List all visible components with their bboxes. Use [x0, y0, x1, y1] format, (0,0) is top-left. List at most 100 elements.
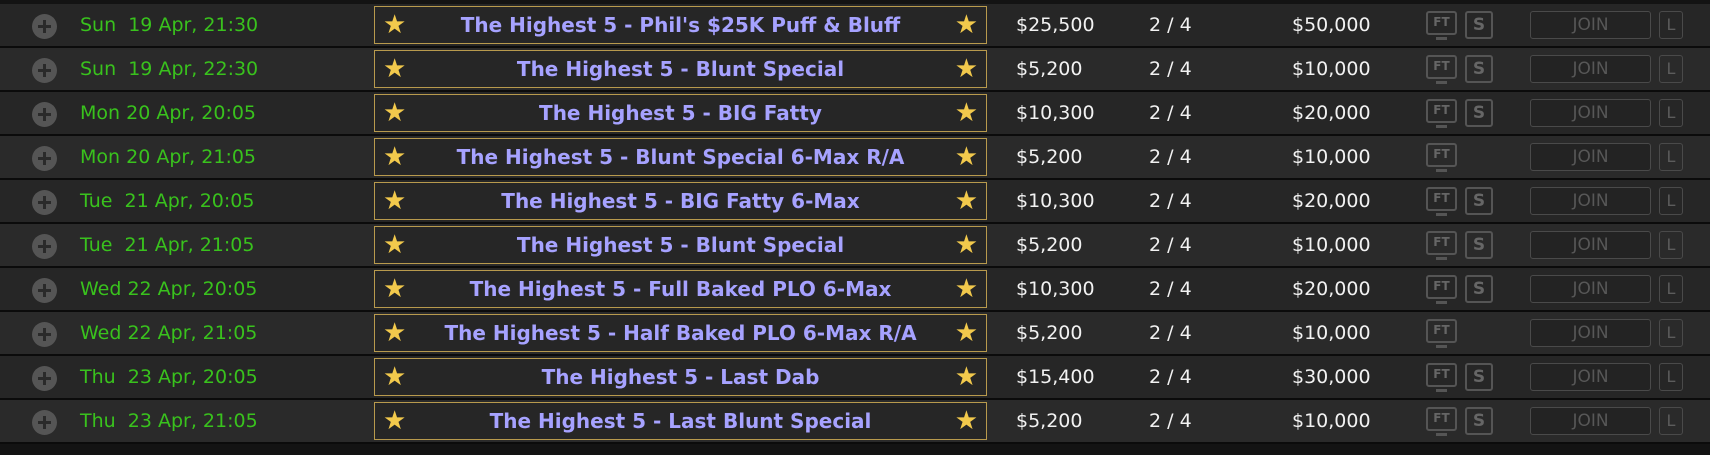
tournament-row[interactable]: Sun 19 Apr, 21:30 ★ The Highest 5 - Phil's…	[0, 4, 1710, 48]
tournament-name[interactable]: The Highest 5 - BIG Fatty	[415, 95, 946, 131]
guarantee: $10,000	[1292, 234, 1371, 256]
plus-circle-icon[interactable]	[32, 322, 57, 347]
l-badge-icon[interactable]: L	[1659, 187, 1683, 215]
tournament-name[interactable]: The Highest 5 - Blunt Special	[415, 227, 946, 263]
tournament-name-cell[interactable]: ★ The Highest 5 - Blunt Special ★	[374, 50, 987, 88]
l-badge-icon[interactable]: L	[1659, 231, 1683, 259]
plus-circle-icon[interactable]	[32, 190, 57, 215]
tournament-row[interactable]: Wed 22 Apr, 20:05 ★ The Highest 5 - Full B…	[0, 268, 1710, 312]
plus-circle-icon[interactable]	[32, 102, 57, 127]
players-count: 2 / 4	[1149, 102, 1192, 124]
s-badge-icon: S	[1465, 99, 1493, 127]
l-badge-icon[interactable]: L	[1659, 11, 1683, 39]
start-date: Tue 21 Apr, 21:05	[80, 234, 255, 256]
l-badge-icon[interactable]: L	[1659, 407, 1683, 435]
star-icon[interactable]: ★	[383, 318, 406, 348]
ft-monitor-icon: FT	[1426, 99, 1457, 128]
plus-circle-icon[interactable]	[32, 14, 57, 39]
star-icon[interactable]: ★	[955, 318, 978, 348]
star-icon[interactable]: ★	[383, 230, 406, 260]
l-badge-icon[interactable]: L	[1659, 275, 1683, 303]
tournament-name[interactable]: The Highest 5 - Phil's $25K Puff & Bluff	[415, 7, 946, 43]
tournament-name[interactable]: The Highest 5 - BIG Fatty 6-Max	[415, 183, 946, 219]
start-date: Mon 20 Apr, 21:05	[80, 146, 257, 168]
star-icon[interactable]: ★	[955, 406, 978, 436]
join-button[interactable]: JOIN	[1530, 187, 1651, 215]
plus-circle-icon[interactable]	[32, 234, 57, 259]
l-badge-icon[interactable]: L	[1659, 55, 1683, 83]
tournament-row[interactable]: Thu 23 Apr, 21:05 ★ The Highest 5 - Last B…	[0, 400, 1710, 444]
plus-circle-icon[interactable]	[32, 146, 57, 171]
tournament-row[interactable]: Mon 20 Apr, 21:05 ★ The Highest 5 - Blunt …	[0, 136, 1710, 180]
star-icon[interactable]: ★	[955, 186, 978, 216]
join-button[interactable]: JOIN	[1530, 143, 1651, 171]
plus-circle-icon[interactable]	[32, 366, 57, 391]
tournament-row[interactable]: Mon 20 Apr, 20:05 ★ The Highest 5 - BIG Fa…	[0, 92, 1710, 136]
tournament-row[interactable]: Tue 21 Apr, 21:05 ★ The Highest 5 - Blunt …	[0, 224, 1710, 268]
players-count: 2 / 4	[1149, 146, 1192, 168]
star-icon[interactable]: ★	[955, 54, 978, 84]
join-button[interactable]: JOIN	[1530, 55, 1651, 83]
players-count: 2 / 4	[1149, 190, 1192, 212]
star-icon[interactable]: ★	[955, 362, 978, 392]
tournament-name[interactable]: The Highest 5 - Blunt Special 6-Max R/A	[415, 139, 946, 175]
guarantee: $20,000	[1292, 190, 1371, 212]
star-icon[interactable]: ★	[955, 142, 978, 172]
tournament-name-cell[interactable]: ★ The Highest 5 - BIG Fatty ★	[374, 94, 987, 132]
plus-circle-icon[interactable]	[32, 58, 57, 83]
guarantee: $30,000	[1292, 366, 1371, 388]
star-icon[interactable]: ★	[383, 54, 406, 84]
join-button[interactable]: JOIN	[1530, 99, 1651, 127]
star-icon[interactable]: ★	[383, 98, 406, 128]
tournament-name-cell[interactable]: ★ The Highest 5 - Last Dab ★	[374, 358, 987, 396]
tournament-name[interactable]: The Highest 5 - Half Baked PLO 6-Max R/A	[415, 315, 946, 351]
star-icon[interactable]: ★	[955, 274, 978, 304]
star-icon[interactable]: ★	[383, 10, 406, 40]
start-date: Sun 19 Apr, 22:30	[80, 58, 259, 80]
tournament-name-cell[interactable]: ★ The Highest 5 - Last Blunt Special ★	[374, 402, 987, 440]
join-button[interactable]: JOIN	[1530, 319, 1651, 347]
tournament-row[interactable]: Wed 22 Apr, 21:05 ★ The Highest 5 - Half B…	[0, 312, 1710, 356]
tournament-row[interactable]: Tue 21 Apr, 20:05 ★ The Highest 5 - BIG Fa…	[0, 180, 1710, 224]
tournament-name-cell[interactable]: ★ The Highest 5 - Blunt Special ★	[374, 226, 987, 264]
plus-circle-icon[interactable]	[32, 278, 57, 303]
s-badge-icon: S	[1465, 363, 1493, 391]
star-icon[interactable]: ★	[383, 142, 406, 172]
tournament-name-cell[interactable]: ★ The Highest 5 - Half Baked PLO 6-Max R/…	[374, 314, 987, 352]
join-button[interactable]: JOIN	[1530, 275, 1651, 303]
tournament-name[interactable]: The Highest 5 - Last Dab	[415, 359, 946, 395]
tournament-row[interactable]: Sun 19 Apr, 22:30 ★ The Highest 5 - Blunt …	[0, 48, 1710, 92]
join-button[interactable]: JOIN	[1530, 11, 1651, 39]
star-icon[interactable]: ★	[955, 230, 978, 260]
star-icon[interactable]: ★	[383, 406, 406, 436]
guarantee: $20,000	[1292, 278, 1371, 300]
tournament-name[interactable]: The Highest 5 - Full Baked PLO 6-Max	[415, 271, 946, 307]
l-badge-icon[interactable]: L	[1659, 143, 1683, 171]
guarantee: $10,000	[1292, 410, 1371, 432]
join-button[interactable]: JOIN	[1530, 231, 1651, 259]
star-icon[interactable]: ★	[383, 362, 406, 392]
plus-circle-icon[interactable]	[32, 410, 57, 435]
join-button[interactable]: JOIN	[1530, 407, 1651, 435]
tournament-name-cell[interactable]: ★ The Highest 5 - BIG Fatty 6-Max ★	[374, 182, 987, 220]
l-badge-icon[interactable]: L	[1659, 99, 1683, 127]
buy-in: $10,300	[1016, 278, 1095, 300]
star-icon[interactable]: ★	[383, 186, 406, 216]
star-icon[interactable]: ★	[955, 98, 978, 128]
tournament-name[interactable]: The Highest 5 - Last Blunt Special	[415, 403, 946, 439]
tournament-name-cell[interactable]: ★ The Highest 5 - Full Baked PLO 6-Max ★	[374, 270, 987, 308]
l-badge-icon[interactable]: L	[1659, 319, 1683, 347]
tournament-name-cell[interactable]: ★ The Highest 5 - Phil's $25K Puff & Bluf…	[374, 6, 987, 44]
tournament-name[interactable]: The Highest 5 - Blunt Special	[415, 51, 946, 87]
join-button[interactable]: JOIN	[1530, 363, 1651, 391]
star-icon[interactable]: ★	[383, 274, 406, 304]
players-count: 2 / 4	[1149, 58, 1192, 80]
ft-monitor-icon: FT	[1426, 143, 1457, 172]
s-badge-icon: S	[1465, 11, 1493, 39]
buy-in: $10,300	[1016, 190, 1095, 212]
tournament-row[interactable]: Thu 23 Apr, 20:05 ★ The Highest 5 - Last D…	[0, 356, 1710, 400]
guarantee: $10,000	[1292, 322, 1371, 344]
l-badge-icon[interactable]: L	[1659, 363, 1683, 391]
tournament-name-cell[interactable]: ★ The Highest 5 - Blunt Special 6-Max R/A…	[374, 138, 987, 176]
star-icon[interactable]: ★	[955, 10, 978, 40]
